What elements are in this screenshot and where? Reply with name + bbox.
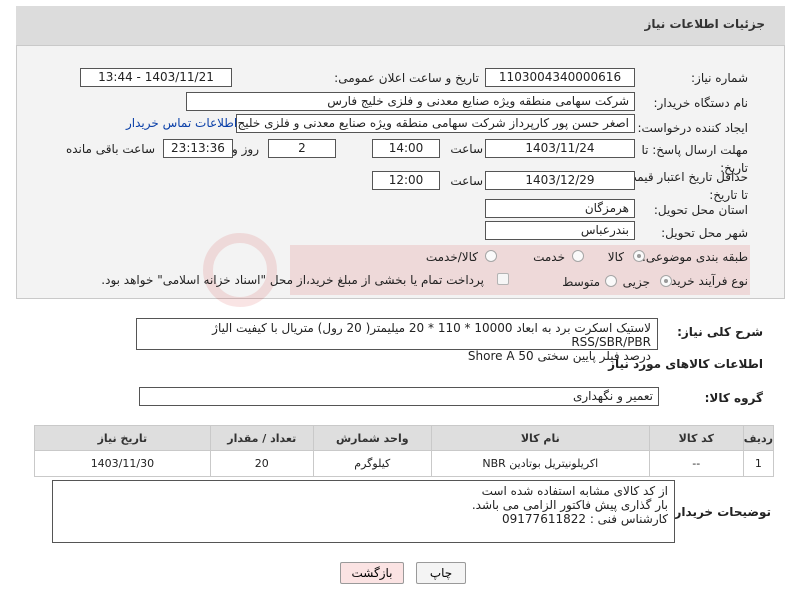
buyer-notes-line-1: از کد کالای مشابه استفاده شده است	[481, 484, 668, 498]
cell-name: اکریلونیتریل بوتادین NBR	[430, 450, 650, 477]
deadline-date-field: 1403/11/24	[485, 139, 635, 158]
city-field: بندرعباس	[485, 221, 635, 240]
category-goods-radio[interactable]	[633, 250, 645, 262]
back-button[interactable]: بازگشت	[340, 562, 404, 584]
description-line-1: لاستیک اسکرت برد به ابعاد 10000 * 110 * …	[212, 321, 651, 349]
print-button[interactable]: چاپ	[416, 562, 466, 584]
col-date-header: تاریخ نیاز	[34, 425, 211, 451]
buyer-org-field: شرکت سهامی منطقه ویژه صنایع معدنی و فلزی…	[186, 92, 635, 111]
days-label: روز و	[232, 142, 259, 156]
buyer-notes-line-2: بار گذاری پیش فاکتور الزامی می باشد.	[471, 498, 668, 512]
deadline-time-label: ساعت	[450, 142, 483, 156]
col-name-header: نام کالا	[430, 425, 650, 451]
process-label: نوع فرآیند خرید :	[663, 274, 748, 288]
validity-time-label: ساعت	[450, 174, 483, 188]
description-box: لاستیک اسکرت برد به ابعاد 10000 * 110 * …	[136, 318, 658, 363]
process-small-label: جزیی	[622, 275, 650, 289]
buyer-notes-box: از کد کالای مشابه استفاده شده است بار گذ…	[52, 480, 675, 543]
process-medium-label: متوسط	[562, 275, 600, 289]
time-remaining-field: 23:13:36	[163, 139, 233, 158]
buyer-org-label: نام دستگاه خریدار:	[653, 96, 749, 110]
need-number-field: 1103004340000616	[485, 68, 635, 87]
table-header-row: ردیف کد کالا نام کالا واحد شمارش تعداد /…	[34, 425, 775, 451]
cell-date: 1403/11/30	[34, 450, 211, 477]
col-row-header: ردیف	[742, 425, 775, 451]
time-remaining-label: ساعت باقی مانده	[65, 142, 155, 156]
goods-group-label: گروه کالا:	[704, 391, 763, 405]
contact-buyer-link[interactable]: اطلاعات تماس خریدار	[126, 116, 237, 130]
requester-label: ایجاد کننده درخواست:	[637, 121, 748, 135]
buyer-notes-label: توضیحات خریدار:	[669, 505, 771, 519]
description-label: شرح کلی نیاز:	[677, 325, 763, 339]
process-medium-radio[interactable]	[605, 275, 617, 287]
treasury-payment-checkbox[interactable]	[497, 273, 509, 285]
cell-unit: کیلوگرم	[312, 450, 432, 477]
col-unit-header: واحد شمارش	[312, 425, 432, 451]
validity-label: حداقل تاریخ اعتبار قیمت: تا تاریخ:	[621, 170, 748, 202]
treasury-payment-text: پرداخت تمام یا بخشی از مبلغ خرید،از محل …	[101, 273, 484, 287]
cell-code: --	[648, 450, 744, 477]
validity-date-field: 1403/12/29	[485, 171, 635, 190]
province-field: هرمزگان	[485, 199, 635, 218]
deadline-time-field: 14:00	[372, 139, 440, 158]
page-title: جزئیات اطلاعات نیاز	[644, 17, 765, 31]
process-small-radio[interactable]	[660, 275, 672, 287]
cell-qty: 20	[209, 450, 314, 477]
need-number-label: شماره نیاز:	[691, 71, 748, 85]
category-label: طبقه بندی موضوعی:	[641, 250, 748, 264]
goods-group-field: تعمیر و نگهداری	[139, 387, 659, 406]
announce-date-label: تاریخ و ساعت اعلان عمومی:	[334, 71, 479, 85]
validity-time-field: 12:00	[372, 171, 440, 190]
category-service-radio[interactable]	[572, 250, 584, 262]
days-remaining-field: 2	[268, 139, 336, 158]
city-label: شهر محل تحویل:	[661, 226, 748, 240]
category-goods-service-radio[interactable]	[485, 250, 497, 262]
goods-info-title: اطلاعات کالاهای مورد نیاز	[608, 357, 763, 371]
cell-row: 1	[742, 450, 775, 477]
category-goods-label: کالا	[607, 250, 624, 264]
buyer-notes-line-3: کارشناس فنی : 09177611822	[502, 512, 668, 526]
province-label: استان محل تحویل:	[653, 203, 748, 217]
goods-table: ردیف کد کالا نام کالا واحد شمارش تعداد /…	[34, 425, 775, 477]
col-qty-header: تعداد / مقدار	[209, 425, 314, 451]
category-service-label: خدمت	[533, 250, 565, 264]
requester-field: اصغر حسن پور کارپرداز شرکت سهامی منطقه و…	[236, 114, 635, 133]
announce-date-field: 1403/11/21 - 13:44	[80, 68, 232, 87]
description-line-2: درصد فیلر پایین سختی Shore A 50	[467, 349, 651, 363]
col-code-header: کد کالا	[648, 425, 744, 451]
category-goods-service-label: کالا/خدمت	[425, 250, 478, 264]
table-row[interactable]: 1 -- اکریلونیتریل بوتادین NBR کیلوگرم 20…	[34, 450, 775, 477]
